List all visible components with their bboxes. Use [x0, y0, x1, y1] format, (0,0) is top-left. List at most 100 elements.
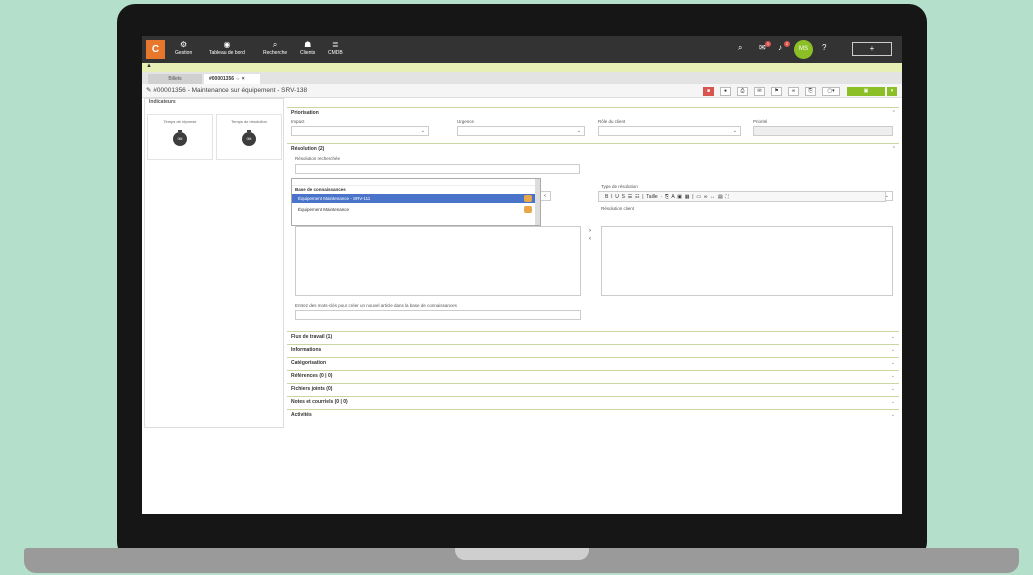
dropdown-scrollbar[interactable]: [535, 179, 540, 225]
link-button[interactable]: ∞: [788, 87, 799, 96]
add-button[interactable]: +: [852, 42, 892, 56]
indicator-response-time: Temps de réponse 0M: [147, 114, 213, 160]
resolution-dropdown: Base de connaissances Équipement Mainten…: [291, 178, 541, 226]
impact-label: Impact: [291, 119, 305, 124]
thumbs-up-icon: [524, 206, 532, 213]
chevron-down-icon: ⌄: [576, 128, 581, 134]
nav-gestion[interactable]: ⚙ Gestion: [175, 39, 192, 56]
stopwatch-icon: 0M: [173, 130, 187, 146]
empty-area: [142, 429, 902, 514]
section-priorisation[interactable]: Priorisation ^: [287, 107, 899, 117]
nav-clients[interactable]: ☗ Clients: [300, 39, 315, 56]
tab-billets[interactable]: Billets: [148, 74, 202, 84]
urgence-select[interactable]: ⌄: [457, 126, 585, 136]
indicator-resolution-time: Temps de résolution 0M: [216, 114, 282, 160]
nav-label: Gestion: [175, 50, 193, 56]
email-button[interactable]: ✉: [754, 87, 765, 96]
avatar[interactable]: MS: [794, 40, 813, 59]
save-button[interactable]: ▣: [847, 87, 885, 96]
resolution-search-input[interactable]: [295, 164, 580, 174]
tab-ticket[interactable]: #00001356 ⇔ ×: [204, 74, 260, 84]
urgence-label: Urgence: [457, 119, 475, 124]
indicator-label: Temps de résolution: [231, 119, 267, 124]
nav-tableau-de-bord[interactable]: ◉ Tableau de bord: [209, 39, 245, 56]
tab-label: #00001356: [209, 76, 235, 82]
close-icon[interactable]: ⇔ ×: [235, 76, 244, 82]
role-label: Rôle du client: [598, 119, 626, 124]
section-references[interactable]: Références (0 | 0) ⌄: [287, 370, 899, 380]
section-fichiers-joints[interactable]: Fichiers joints (0) ⌄: [287, 383, 899, 393]
stopwatch-icon: 0M: [242, 130, 256, 146]
priorite-field: [753, 126, 893, 136]
dashboard-icon: ◉: [223, 40, 231, 49]
laptop-notch: [455, 548, 589, 560]
client-resolution-textarea[interactable]: [601, 226, 893, 296]
editor-toolbar[interactable]: B I U S ☰ ☷ | Taille · ⎘ A ▣ ▦ | ▭ ∞ ↔ ▤…: [598, 191, 886, 202]
chevron-down-icon: ⌄: [890, 399, 895, 405]
section-categorisation[interactable]: Catégorisation ⌄: [287, 357, 899, 367]
comment-button[interactable]: ●: [720, 87, 731, 96]
section-title: Résolution (2): [291, 146, 325, 152]
chevron-down-icon: ⌄: [890, 334, 895, 340]
section-title: Priorisation: [291, 110, 319, 116]
impact-select[interactable]: ⌄: [291, 126, 429, 136]
gear-icon: ⚙: [180, 40, 188, 49]
chevron-down-icon: ⌄: [890, 360, 895, 366]
copy-button[interactable]: ⎘: [805, 87, 816, 96]
search-icon[interactable]: ⌕: [738, 43, 742, 53]
chat-badge: 1: [765, 41, 771, 47]
nav-label: Clients: [300, 50, 316, 56]
main-panel: Priorisation ^ Impact ⌄ Urgence ⌄ Rôle du…: [287, 98, 899, 428]
client-resolution-label: Résolution client: [601, 206, 635, 211]
nav-label: Recherche: [263, 50, 288, 56]
chevron-down-icon: ⌄: [890, 373, 895, 379]
dropdown-group-header: Base de connaissances: [295, 187, 346, 192]
section-flux-de-travail[interactable]: Flux de travail (1) ⌄: [287, 331, 899, 341]
indicators-panel: Indicateurs Temps de réponse 0M Temps de…: [144, 98, 284, 428]
transfer-right-icon[interactable]: ›: [589, 228, 591, 234]
resolution-search-label: Résolution recherchée: [295, 156, 341, 161]
type-resolution-label: Type de résolution: [601, 184, 638, 189]
thumbs-up-icon: [524, 195, 532, 202]
section-activites[interactable]: Activités ⌄: [287, 409, 899, 419]
chevron-down-icon: ⌄: [890, 386, 895, 392]
chevron-up-icon: ^: [892, 146, 895, 152]
save-dropdown-button[interactable]: ▾: [887, 87, 897, 96]
section-informations[interactable]: Informations ⌄: [287, 344, 899, 354]
dropdown-option[interactable]: Équipement Maintenance - SRV-111: [292, 194, 536, 203]
chevron-up-icon: ^: [892, 110, 895, 116]
chevron-down-icon: ⌄: [420, 128, 425, 134]
nav-recherche[interactable]: ⌕ Recherche: [263, 39, 287, 56]
more-button[interactable]: ▢▾: [822, 87, 840, 96]
help-icon[interactable]: ?: [822, 43, 826, 52]
app-logo[interactable]: C: [146, 40, 165, 59]
nav-label: Tableau de bord: [209, 50, 245, 56]
section-notes-et-courriels[interactable]: Notes et courriels (0 | 0) ⌄: [287, 396, 899, 406]
role-select[interactable]: ⌄: [598, 126, 741, 136]
chevron-down-icon: ⌄: [732, 128, 737, 134]
keywords-label: Entrez des mots-clés pour créer un nouve…: [295, 303, 457, 308]
dropdown-option[interactable]: Équipement Maintenance: [292, 205, 536, 214]
app-screen: C ⚙ Gestion ◉ Tableau de bord ⌕ Recherch…: [142, 36, 902, 514]
transfer-left-icon[interactable]: ‹: [589, 236, 591, 242]
priorite-label: Priorité: [753, 119, 768, 124]
indicator-value: 0M: [246, 137, 252, 141]
nav-label: CMDB: [328, 50, 343, 56]
indicator-label: Temps de réponse: [163, 119, 197, 124]
keywords-input[interactable]: [295, 310, 581, 320]
bell-icon[interactable]: ♪: [778, 43, 782, 52]
chevron-down-icon: ⌄: [890, 347, 895, 353]
delete-button[interactable]: ■: [703, 87, 714, 96]
alert-icon: ▲: [146, 63, 152, 69]
flag-button[interactable]: ⚑: [771, 87, 782, 96]
tabs-bar: Billets #00001356 ⇔ ×: [142, 72, 902, 84]
internal-resolution-textarea[interactable]: [295, 226, 581, 296]
ticket-title: #00001356 - Maintenance sur équipement -…: [153, 87, 308, 94]
users-icon: ☗: [304, 40, 312, 49]
print-button[interactable]: ⎙: [737, 87, 748, 96]
database-icon: ≣: [332, 40, 339, 49]
alert-bar: ▲: [142, 63, 902, 72]
chevron-down-icon: ⌄: [890, 412, 895, 418]
nav-cmdb[interactable]: ≣ CMDB: [328, 39, 343, 56]
section-resolution[interactable]: Résolution (2) ^: [287, 143, 899, 153]
